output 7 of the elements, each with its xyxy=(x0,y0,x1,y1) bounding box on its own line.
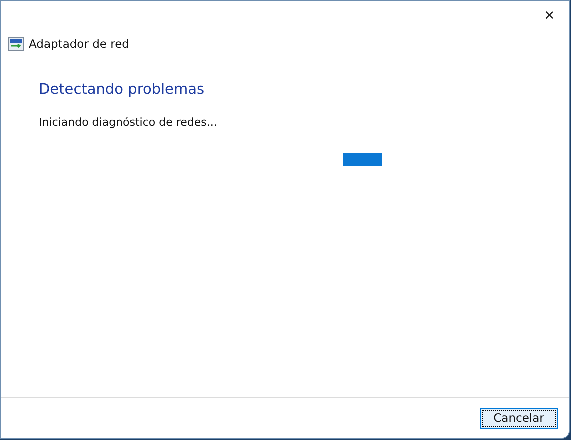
status-text: Iniciando diagnóstico de redes... xyxy=(39,116,218,129)
window-title: Adaptador de red xyxy=(29,37,130,51)
network-adapter-icon xyxy=(8,37,24,51)
close-button[interactable]: ✕ xyxy=(540,6,559,26)
cancel-button[interactable]: Cancelar xyxy=(480,408,558,428)
page-heading: Detectando problemas xyxy=(39,82,206,98)
progress-indicator xyxy=(343,153,382,166)
